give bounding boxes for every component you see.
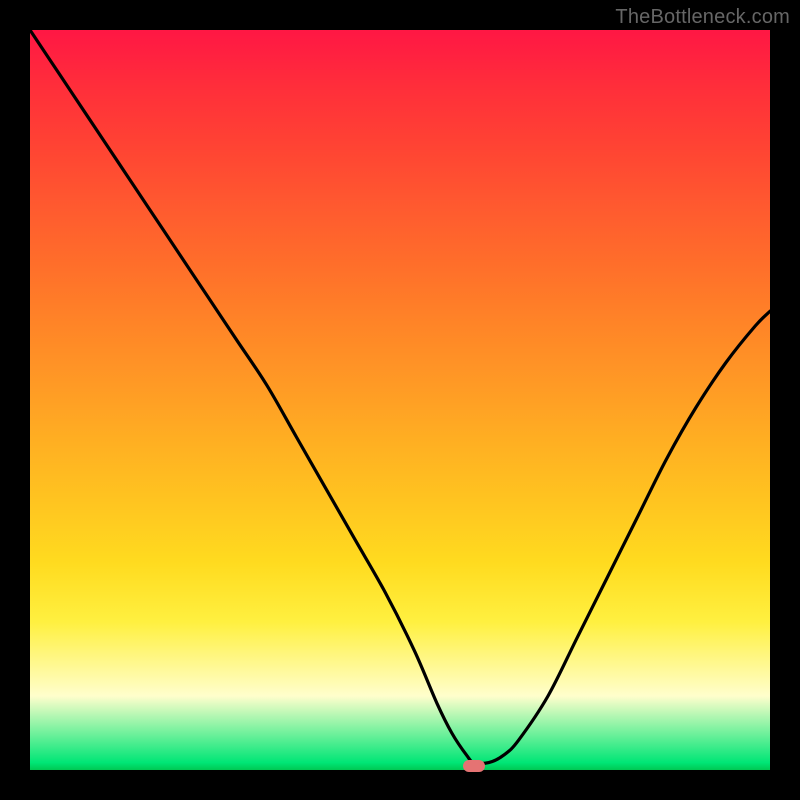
chart-container: TheBottleneck.com xyxy=(0,0,800,800)
plot-area xyxy=(30,30,770,770)
line-curve xyxy=(30,30,770,770)
watermark-text: TheBottleneck.com xyxy=(615,6,790,29)
minimum-marker xyxy=(463,760,485,772)
